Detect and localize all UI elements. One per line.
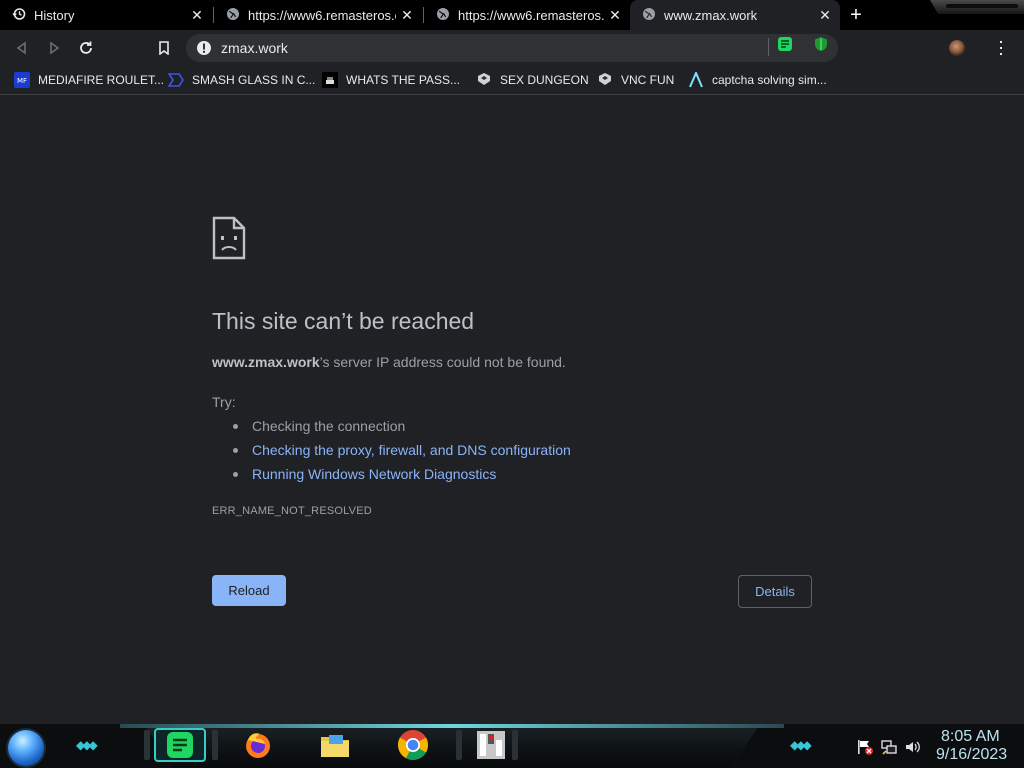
bookmark-label: SEX DUNGEON [500,73,589,87]
file-explorer-icon[interactable] [318,728,352,762]
bookmark-mediafire[interactable]: MF MEDIAFIRE ROULET... [14,66,164,94]
suggestion-list: Checking the connection Checking the pro… [212,416,571,488]
tab-close-icon[interactable]: ✕ [190,7,204,24]
taskbar-bracket [212,730,218,760]
clock-date[interactable]: 9/16/2023 [936,746,1007,764]
tab-title: https://www6.remasteros.org [248,7,396,23]
tab-title: History [34,7,75,23]
bookmark-vnc-fun[interactable]: VNC FUN [597,66,674,94]
try-label: Try: [212,394,236,410]
tab-strip: History ✕ https://www6.remasteros.org ✕ … [0,0,1024,30]
captcha-favicon [688,72,704,88]
tab-remasteros-2[interactable]: https://www6.remasteros.org ✕ [424,0,630,30]
forward-arrow-icon[interactable] [44,38,64,58]
reload-button[interactable]: Reload [212,575,286,606]
address-bar-url: zmax.work [221,40,288,56]
tab-title: www.zmax.work [664,7,758,23]
whats-the-pass-favicon [322,72,338,88]
notes-extension-icon[interactable] [777,36,793,52]
globe-icon [436,7,450,24]
bookmarks-bar: MF MEDIAFIRE ROULET... SMASH GLASS IN C.… [0,66,1024,95]
volume-icon[interactable] [904,738,922,756]
error-description: www.zmax.work’s server IP address could … [212,354,566,370]
details-button[interactable]: Details [738,575,812,608]
notes-app-icon[interactable] [163,728,197,762]
taskbar-bracket [144,730,150,760]
bookmark-sex-dungeon[interactable]: SEX DUNGEON [476,66,589,94]
chevron-decoration-left: ◆◆◆ [76,738,98,752]
reload-icon[interactable] [76,38,96,58]
error-description-text: ’s server IP address could not be found. [319,354,566,370]
menu-kebab-icon[interactable] [993,39,1009,57]
sad-page-icon [212,216,246,260]
error-host: www.zmax.work [212,354,320,370]
history-icon [12,7,26,24]
start-button[interactable] [8,730,44,766]
action-center-flag-icon[interactable] [856,738,874,756]
taskbar-rail [120,724,784,768]
minesweeper-app-icon[interactable] [474,728,508,762]
new-tab-plus-icon[interactable]: + [846,5,866,25]
bookmark-label: WHATS THE PASS... [346,73,461,87]
bookmark-captcha[interactable]: captcha solving sim... [688,66,827,94]
profile-avatar[interactable] [949,40,965,56]
clock-time[interactable]: 8:05 AM [941,728,1000,746]
sex-dungeon-favicon [476,72,492,88]
bookmark-whats-the-pass[interactable]: WHATS THE PASS... [322,66,460,94]
bookmark-label: MEDIAFIRE ROULET... [38,73,165,87]
bookmark-label: SMASH GLASS IN C... [192,73,316,87]
suggestion-proxy-firewall-dns-link[interactable]: Checking the proxy, firewall, and DNS co… [233,440,571,464]
tab-remasteros-1[interactable]: https://www6.remasteros.org ✕ [214,0,422,30]
chevron-decoration-right: ◆◆◆ [790,738,812,752]
taskbar-bracket [512,730,518,760]
address-bar[interactable]: zmax.work [186,34,838,62]
tab-close-icon[interactable]: ✕ [400,7,414,24]
tab-title: https://www6.remasteros.org [458,7,604,23]
svg-text:MF: MF [17,77,27,85]
browser-toolbar: zmax.work [0,30,1024,66]
bookmark-icon[interactable] [154,38,174,58]
window-corner-decoration [930,0,1024,14]
suggestion-network-diagnostics-link[interactable]: Running Windows Network Diagnostics [233,464,571,488]
taskbar-rail-highlight [120,724,784,728]
chrome-icon[interactable] [396,728,430,762]
suggestion-check-connection: Checking the connection [233,416,571,440]
tab-close-icon[interactable]: ✕ [818,7,832,24]
back-arrow-icon[interactable] [12,38,32,58]
vnc-fun-favicon [597,72,613,88]
error-code: ERR_NAME_NOT_RESOLVED [212,505,372,517]
globe-icon [226,7,240,24]
tab-close-icon[interactable]: ✕ [608,7,622,24]
mediafire-favicon: MF [14,72,30,88]
tab-history[interactable]: History ✕ [0,0,212,30]
bookmark-label: captcha solving sim... [712,73,827,87]
extension-divider [768,38,769,56]
bookmark-smash-glass[interactable]: SMASH GLASS IN C... [168,66,315,94]
globe-icon [642,7,656,24]
smash-glass-favicon [168,72,184,88]
shield-extension-icon[interactable] [813,36,829,52]
bookmark-label: VNC FUN [621,73,675,87]
taskbar-bracket [456,730,462,760]
network-icon[interactable] [880,738,898,756]
tab-zmax[interactable]: www.zmax.work ✕ [630,0,840,30]
firefox-icon[interactable] [241,728,275,762]
error-title: This site can’t be reached [212,308,475,334]
info-icon[interactable] [196,40,212,56]
